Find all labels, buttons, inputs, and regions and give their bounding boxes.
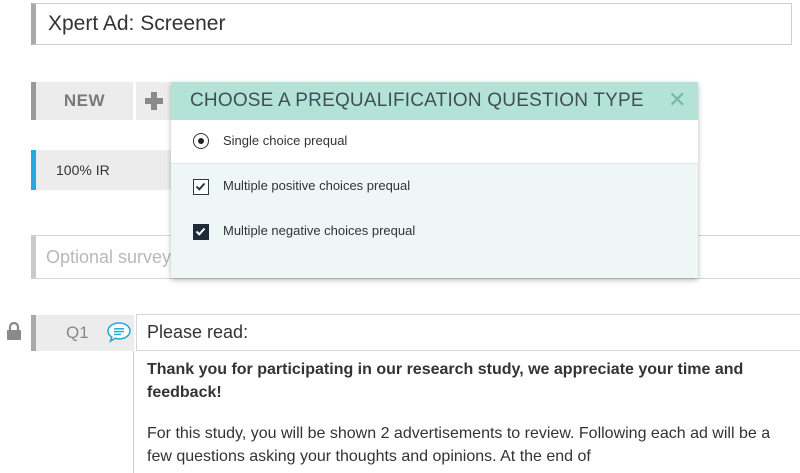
option-single-choice[interactable]: Single choice prequal xyxy=(171,120,698,164)
radio-button[interactable] xyxy=(193,133,209,149)
plus-icon xyxy=(145,92,163,110)
question-divider xyxy=(133,351,134,473)
incidence-rate-label: 100% IR xyxy=(56,162,110,178)
check-icon xyxy=(195,182,206,191)
survey-title: Xpert Ad: Screener xyxy=(48,12,226,35)
option-label: Single choice prequal xyxy=(223,133,348,148)
comment-icon[interactable] xyxy=(106,321,132,343)
new-button[interactable]: NEW xyxy=(31,82,133,120)
radio-selected-dot xyxy=(197,137,204,144)
lock-icon[interactable] xyxy=(6,321,22,341)
question-number-box[interactable]: Q1 xyxy=(31,315,134,351)
option-multiple-positive[interactable]: Multiple positive choices prequal xyxy=(171,165,698,209)
checkbox[interactable] xyxy=(193,179,209,195)
question-bold-text: Thank you for participating in our resea… xyxy=(147,361,744,401)
survey-title-field[interactable]: Xpert Ad: Screener xyxy=(31,3,792,45)
option-multiple-negative[interactable]: Multiple negative choices prequal xyxy=(171,210,698,254)
question-body[interactable]: Thank you for participating in our resea… xyxy=(147,358,797,468)
modal-title: CHOOSE A PREQUALIFICATION QUESTION TYPE xyxy=(190,90,644,111)
checkbox[interactable] xyxy=(193,224,209,240)
question-title: Please read: xyxy=(147,322,249,342)
question-paragraph: For this study, you will be shown 2 adve… xyxy=(147,425,771,465)
check-icon xyxy=(195,227,206,236)
option-label: Multiple positive choices prequal xyxy=(223,178,411,193)
question-title-field[interactable]: Please read: xyxy=(136,314,800,351)
option-label: Multiple negative choices prequal xyxy=(223,223,416,238)
add-button[interactable] xyxy=(136,82,172,120)
modal-header: CHOOSE A PREQUALIFICATION QUESTION TYPE … xyxy=(171,82,698,120)
close-icon[interactable]: ✕ xyxy=(668,89,686,111)
incidence-rate-button[interactable]: 100% IR xyxy=(31,150,176,190)
prequal-type-modal: CHOOSE A PREQUALIFICATION QUESTION TYPE … xyxy=(171,82,698,278)
question-number: Q1 xyxy=(66,323,89,342)
